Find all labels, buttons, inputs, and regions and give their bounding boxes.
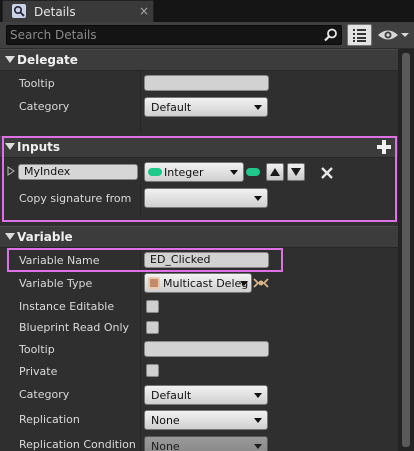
variable-category-dropdown[interactable]: Default bbox=[144, 385, 268, 405]
column-divider[interactable] bbox=[140, 184, 141, 216]
tab-details[interactable]: Details × bbox=[2, 0, 154, 22]
dropdown-value: Multicast Deleg bbox=[163, 277, 249, 290]
chevron-down-icon bbox=[254, 105, 262, 110]
delegate-tooltip-field[interactable] bbox=[144, 75, 269, 91]
row-variable-name: Variable Name ED_Clicked bbox=[0, 248, 398, 272]
details-panel: Delegate Tooltip Category Default Inputs… bbox=[0, 49, 414, 451]
replication-dropdown[interactable]: None bbox=[144, 410, 268, 430]
chevron-down-icon bbox=[401, 33, 409, 37]
details-toolbar bbox=[0, 22, 414, 49]
category-delegate[interactable]: Delegate bbox=[0, 49, 398, 71]
variable-type-dropdown[interactable]: Multicast Deleg bbox=[144, 273, 252, 293]
category-inputs[interactable]: Inputs bbox=[0, 136, 398, 158]
chevron-down-icon bbox=[254, 418, 262, 423]
replication-condition-label: Replication Condition bbox=[19, 438, 136, 451]
collapse-arrow-icon[interactable] bbox=[5, 56, 15, 63]
list-view-button[interactable] bbox=[347, 24, 372, 46]
param-type-dropdown[interactable]: Integer bbox=[144, 162, 244, 182]
container-type-icon[interactable] bbox=[246, 168, 260, 176]
variable-name-field[interactable]: ED_Clicked bbox=[144, 252, 269, 268]
column-divider[interactable] bbox=[140, 248, 141, 451]
row-delegate-category: Category Default bbox=[0, 95, 398, 133]
tab-bar: Details × bbox=[0, 0, 414, 22]
arrow-down-icon bbox=[291, 168, 301, 176]
row-delegate-tooltip: Tooltip bbox=[0, 71, 398, 95]
row-replication-condition: Replication Condition None bbox=[0, 432, 398, 451]
instance-editable-checkbox[interactable] bbox=[146, 300, 159, 313]
chevron-down-icon bbox=[254, 393, 262, 398]
details-magnifier-icon bbox=[12, 4, 26, 18]
category-label: Category bbox=[19, 388, 70, 401]
private-checkbox[interactable] bbox=[146, 364, 159, 377]
blueprint-read-only-label: Blueprint Read Only bbox=[19, 321, 130, 334]
row-blueprint-read-only: Blueprint Read Only bbox=[0, 316, 398, 338]
category-label: Category bbox=[19, 100, 70, 113]
dropdown-value: Default bbox=[151, 101, 192, 114]
move-down-button[interactable] bbox=[287, 163, 305, 181]
blueprint-read-only-checkbox[interactable] bbox=[146, 321, 159, 334]
search-icon[interactable] bbox=[323, 27, 339, 43]
delegate-type-icon bbox=[148, 277, 160, 289]
vertical-scrollbar[interactable] bbox=[398, 49, 414, 451]
copy-signature-dropdown[interactable] bbox=[144, 188, 268, 208]
move-up-button[interactable] bbox=[266, 163, 284, 181]
eye-icon bbox=[378, 30, 398, 40]
scrollbar-thumb[interactable] bbox=[402, 53, 410, 447]
private-label: Private bbox=[19, 365, 58, 378]
plus-icon[interactable] bbox=[376, 139, 392, 155]
column-divider[interactable] bbox=[140, 71, 141, 133]
dropdown-value: None bbox=[151, 440, 180, 451]
remove-icon[interactable] bbox=[321, 167, 333, 179]
row-copy-signature: Copy signature from bbox=[0, 184, 398, 216]
chevron-down-icon bbox=[254, 196, 262, 201]
arrow-up-icon bbox=[270, 168, 280, 176]
dropdown-value: None bbox=[151, 414, 180, 427]
replication-condition-dropdown[interactable]: None bbox=[144, 436, 268, 451]
param-name-field[interactable]: MyIndex bbox=[18, 164, 138, 180]
variable-type-label: Variable Type bbox=[19, 277, 93, 290]
tooltip-label: Tooltip bbox=[19, 343, 55, 356]
visibility-options-button[interactable] bbox=[377, 26, 411, 44]
row-variable-tooltip: Tooltip bbox=[0, 338, 398, 360]
category-variable[interactable]: Variable bbox=[0, 226, 398, 248]
link-icon[interactable] bbox=[253, 276, 269, 290]
row-replication: Replication None bbox=[0, 406, 398, 432]
delegate-category-dropdown[interactable]: Default bbox=[144, 97, 268, 117]
chevron-down-icon bbox=[254, 444, 262, 449]
category-label: Inputs bbox=[17, 140, 61, 154]
category-label: Variable bbox=[17, 230, 73, 244]
row-input-param: MyIndex Integer bbox=[0, 158, 398, 184]
row-variable-category: Category Default bbox=[0, 382, 398, 406]
dropdown-value: Integer bbox=[164, 166, 204, 179]
collapse-arrow-icon[interactable] bbox=[5, 233, 15, 240]
tab-close-icon[interactable]: × bbox=[139, 4, 149, 18]
search-box bbox=[6, 25, 342, 45]
row-variable-type: Variable Type Multicast Deleg bbox=[0, 272, 398, 294]
chevron-down-icon bbox=[230, 170, 238, 175]
chevron-down-icon bbox=[240, 281, 248, 286]
collapse-arrow-icon[interactable] bbox=[5, 143, 15, 150]
copy-signature-label: Copy signature from bbox=[19, 192, 132, 205]
row-instance-editable: Instance Editable bbox=[0, 294, 398, 316]
replication-label: Replication bbox=[19, 413, 80, 426]
dropdown-value: Default bbox=[151, 389, 192, 402]
row-private: Private bbox=[0, 360, 398, 382]
category-label: Delegate bbox=[17, 53, 78, 67]
variable-name-label: Variable Name bbox=[19, 254, 100, 267]
search-input[interactable] bbox=[10, 27, 320, 43]
tooltip-label: Tooltip bbox=[19, 77, 55, 90]
variable-tooltip-field[interactable] bbox=[144, 341, 269, 357]
expand-arrow-icon[interactable] bbox=[7, 166, 15, 176]
instance-editable-label: Instance Editable bbox=[19, 300, 115, 313]
list-view-icon bbox=[353, 29, 366, 42]
pin-type-icon bbox=[148, 168, 162, 176]
tab-title: Details bbox=[34, 5, 76, 19]
